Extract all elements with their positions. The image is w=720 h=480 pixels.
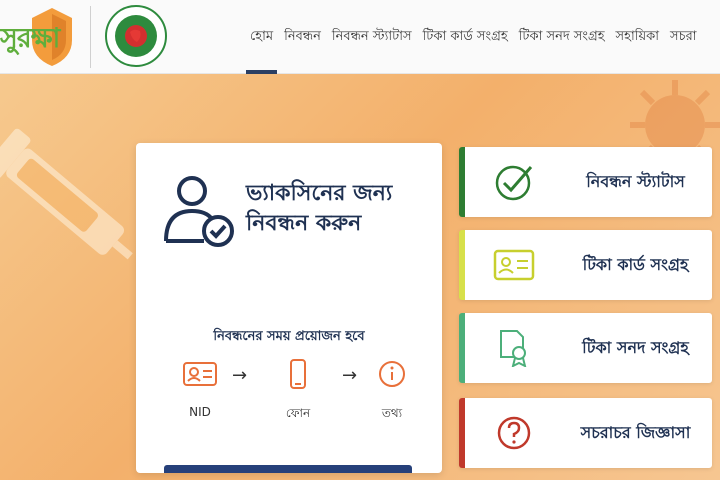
certificate-icon <box>500 330 527 367</box>
nav-item-vaccine-certificate[interactable]: টিকা সনদ সংগ্রহ <box>519 27 605 48</box>
tile-faq[interactable]: সচরাচর জিজ্ঞাসা <box>459 398 712 468</box>
requirements-title: নিবন্ধনের সময় প্রয়োজন হবে <box>213 329 365 344</box>
requirements-row: NID → ফোন → তথ্য <box>136 359 442 429</box>
nav-item-vaccine-card[interactable]: টিকা কার্ড সংগ্রহ <box>423 27 508 48</box>
header-divider <box>90 6 91 68</box>
register-button[interactable] <box>164 465 412 473</box>
main-nav: হোম নিবন্ধন নিবন্ধন স্ট্যাটাস টিকা কার্ড… <box>245 0 708 74</box>
requirement-phone: ফোন <box>268 359 328 425</box>
tile-vaccine-certificate[interactable]: টিকা সনদ সংগ্রহ <box>459 313 712 383</box>
phone-icon <box>290 359 306 389</box>
nav-item-help[interactable]: সহায়িকা <box>616 27 659 48</box>
arrow-right-icon: → <box>232 365 248 386</box>
requirement-phone-label: ফোন <box>285 406 311 420</box>
check-circle-icon <box>495 165 533 201</box>
requirement-info-label: তথ্য <box>381 406 403 420</box>
user-check-icon <box>164 176 234 247</box>
nav-item-faq[interactable]: সচরা <box>670 27 697 48</box>
tile-vaccine-certificate-label: টিকা সনদ সংগ্রহ <box>582 338 689 357</box>
requirement-nid-label: NID <box>189 405 211 419</box>
requirement-info: তথ্য <box>362 359 422 425</box>
registration-title: ভ্যাকসিনের জন্য নিবন্ধন করুন <box>246 181 393 236</box>
brand-name: সুরক্ষা <box>0 23 60 54</box>
nav-item-registration[interactable]: নিবন্ধন <box>284 27 321 48</box>
tile-faq-label: সচরাচর জিজ্ঞাসা <box>580 423 691 442</box>
nav-item-home[interactable]: হোম <box>245 27 278 74</box>
requirement-nid: NID <box>170 359 230 419</box>
nav-item-registration-status[interactable]: নিবন্ধন স্ট্যাটাস <box>332 27 412 48</box>
tile-vaccine-card-label: টিকা কার্ড সংগ্রহ <box>582 255 689 274</box>
syringe-illustration <box>0 128 133 260</box>
government-seal-icon <box>105 5 167 67</box>
info-icon <box>379 361 405 387</box>
question-icon <box>497 416 531 450</box>
registration-card[interactable]: ভ্যাকসিনের জন্য নিবন্ধন করুন নিবন্ধনের স… <box>136 143 442 473</box>
top-header: সুরক্ষা হোম নিবন্ধন নিবন্ধন স্ট্যাটাস টি… <box>0 0 720 74</box>
arrow-right-icon: → <box>342 365 358 386</box>
id-card-icon <box>183 362 217 386</box>
vaccine-card-icon <box>493 249 535 281</box>
tile-vaccine-card[interactable]: টিকা কার্ড সংগ্রহ <box>459 230 712 300</box>
tile-registration-status-label: নিবন্ধন স্ট্যাটাস <box>586 172 685 191</box>
tile-registration-status[interactable]: নিবন্ধন স্ট্যাটাস <box>459 147 712 217</box>
